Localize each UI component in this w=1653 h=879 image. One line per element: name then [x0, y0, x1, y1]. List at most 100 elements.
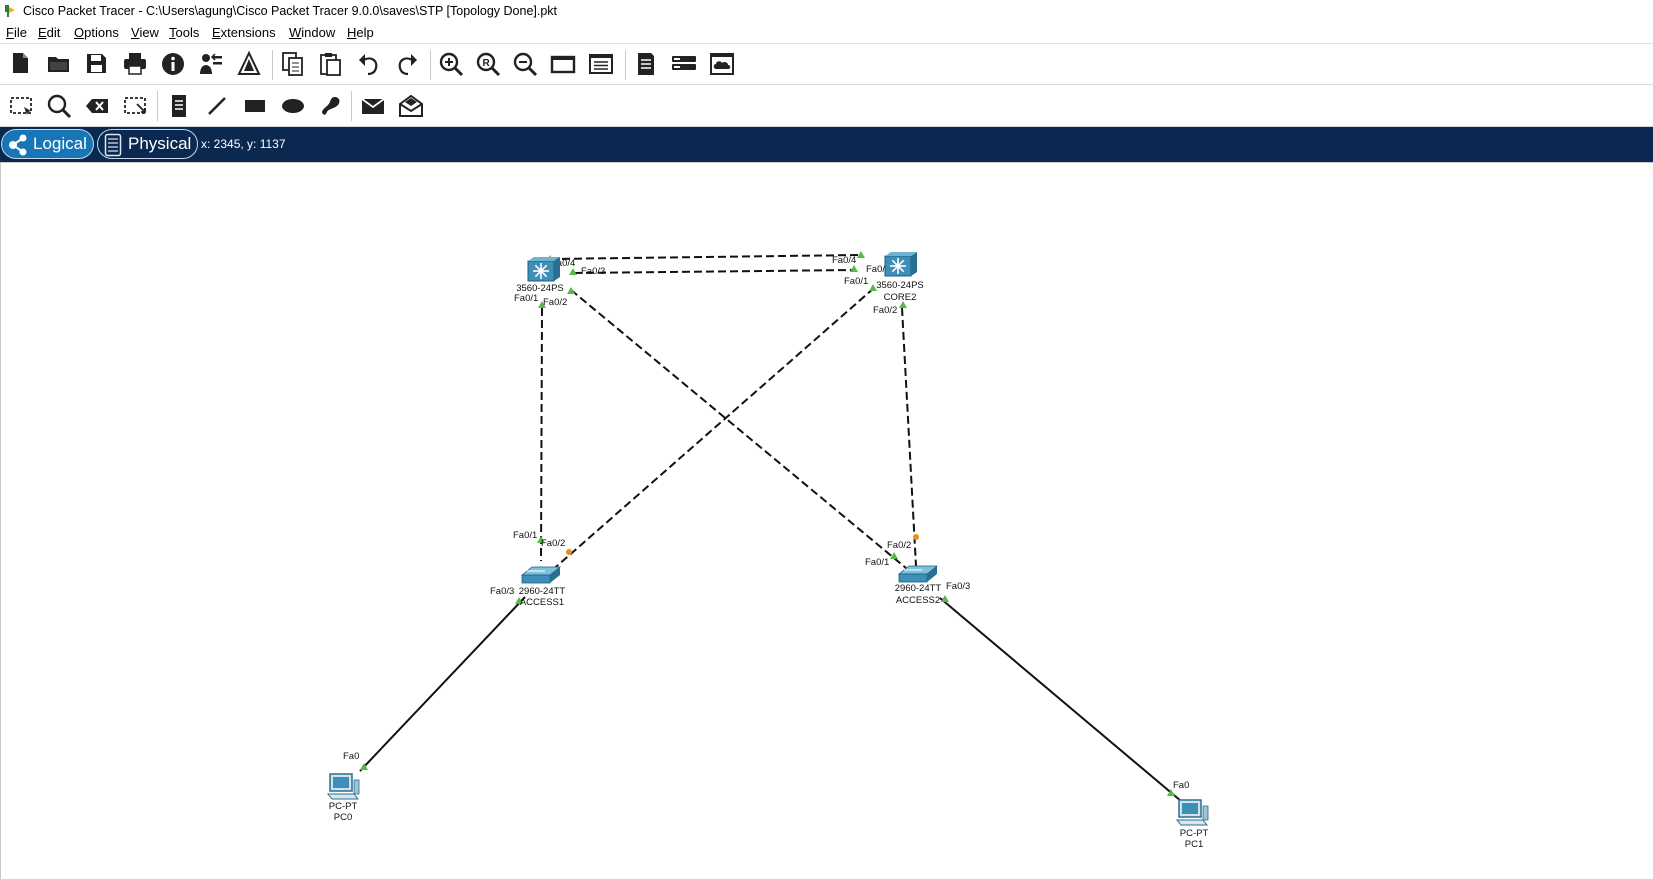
device-core2[interactable] — [884, 252, 917, 277]
menu-help[interactable]: Help — [347, 25, 374, 40]
open-folder-button[interactable] — [42, 47, 76, 81]
draw-rectangle-button[interactable] — [238, 89, 272, 123]
port-label-core2: Fa0/4 — [832, 255, 856, 266]
link-access2-pc1 — [939, 597, 1182, 802]
toolbar-separator — [430, 50, 431, 80]
draw-line-icon — [208, 97, 226, 115]
main-toolbar: R — [0, 44, 1653, 85]
link-core1-access2 — [570, 289, 907, 569]
link-core2-access1 — [548, 287, 875, 574]
logical-mode-tab[interactable]: Logical — [1, 129, 94, 159]
device-model-label[interactable]: PC-PT — [329, 801, 358, 812]
device-model-label[interactable]: 2960-24TT — [519, 586, 566, 597]
device-access2[interactable] — [897, 565, 939, 583]
new-file-button[interactable] — [4, 47, 38, 81]
custom-device-dialog-icon — [589, 54, 613, 74]
simple-pdu-button[interactable] — [356, 89, 390, 123]
inspect-button[interactable] — [42, 89, 76, 123]
menu-tools[interactable]: Tools — [169, 25, 199, 40]
open-folder-icon — [48, 57, 69, 72]
resize-button[interactable] — [118, 89, 152, 123]
zoom-out-icon — [513, 52, 538, 77]
toolbar-separator — [625, 50, 626, 80]
device-model-label[interactable]: 3560-24PS — [876, 280, 924, 291]
svg-text:R: R — [483, 58, 491, 69]
info-icon — [162, 53, 184, 75]
complex-pdu-button[interactable] — [394, 89, 428, 123]
print-button[interactable] — [118, 47, 152, 81]
port-label-core1: Fa0/1 — [514, 293, 538, 304]
link-core1-core2 — [573, 269, 855, 274]
topology-canvas[interactable]: Fa0/4 Fa0/4Fa0/3 Fa0/3Fa0/1Fa0/1Fa0/2Fa0/1… — [1, 163, 1651, 878]
device-model-label[interactable]: PC-PT — [1180, 828, 1209, 839]
custom-devices-button[interactable] — [232, 47, 266, 81]
new-file-icon — [13, 53, 28, 73]
freeform-button[interactable] — [314, 89, 348, 123]
cursor-coordinates: x: 2345, y: 1137 — [201, 137, 286, 151]
device-model-label[interactable]: 2960-24TT — [895, 583, 942, 594]
zoom-reset-button[interactable]: R — [471, 47, 505, 81]
select-button[interactable] — [4, 89, 38, 123]
packet-tracer-app-icon — [5, 5, 15, 17]
note-button[interactable] — [162, 89, 196, 123]
freeform-icon — [322, 97, 340, 115]
logical-workspace[interactable]: Fa0/4 Fa0/4 Fa0/3 Fa0/3 Fa0/1 Fa0/1 Fa0/2 Fa0/1… — [0, 162, 1653, 879]
cloud-button[interactable] — [705, 47, 739, 81]
device-core1[interactable] — [527, 257, 560, 282]
draw-line-button[interactable] — [200, 89, 234, 123]
port-label-access2: Fa0/1 — [865, 557, 889, 568]
redo-button[interactable] — [390, 47, 424, 81]
cluster-icon — [672, 56, 696, 70]
undo-button[interactable] — [352, 47, 386, 81]
device-name-label[interactable]: CORE2 — [884, 292, 917, 303]
inspect-icon — [47, 94, 72, 119]
menu-file[interactable]: File — [6, 25, 27, 40]
port-label-pc0: Fa0 — [343, 751, 359, 762]
device-pc0[interactable] — [326, 773, 360, 800]
activity-wizard-button[interactable] — [194, 47, 228, 81]
device-name-label[interactable]: ACCESS2 — [896, 595, 940, 606]
save-button[interactable] — [80, 47, 114, 81]
info-button[interactable] — [156, 47, 190, 81]
menu-window[interactable]: Window — [289, 25, 335, 40]
menu-view[interactable]: View — [131, 25, 159, 40]
link-core1-access1 — [540, 307, 543, 562]
cloud-icon — [710, 53, 734, 75]
physical-mode-tab[interactable]: Physical — [97, 129, 198, 159]
delete-button[interactable] — [80, 89, 114, 123]
port-label-access2: Fa0/2 — [887, 540, 911, 551]
device-model-label[interactable]: 3560-24PS — [516, 283, 564, 294]
link-core1-core2 — [549, 254, 861, 260]
drawing-palette-button[interactable] — [546, 47, 580, 81]
menu-edit[interactable]: Edit — [38, 25, 60, 40]
device-pc1[interactable] — [1175, 799, 1209, 826]
copy-button[interactable] — [276, 47, 310, 81]
complex-pdu-icon — [399, 94, 423, 117]
custom-device-dialog-button[interactable] — [584, 47, 618, 81]
port-label-core1: Fa0/2 — [543, 297, 567, 308]
zoom-out-button[interactable] — [508, 47, 542, 81]
device-name-label[interactable]: PC0 — [334, 812, 352, 823]
device-access1[interactable] — [520, 566, 562, 584]
paste-button[interactable] — [313, 47, 347, 81]
port-label-access1: Fa0/1 — [513, 530, 537, 541]
menu-options[interactable]: Options — [74, 25, 119, 40]
device-name-label[interactable]: ACCESS1 — [520, 597, 564, 608]
zoom-in-button[interactable] — [434, 47, 468, 81]
redo-icon — [398, 54, 417, 76]
cluster-button[interactable] — [667, 47, 701, 81]
logical-mode-label: Logical — [33, 134, 87, 153]
tools-toolbar — [0, 85, 1653, 127]
menu-bar: File Edit Options View Tools Extensions Window… — [0, 23, 1653, 44]
custom-devices-icon — [237, 50, 261, 75]
device-name-label[interactable]: PC1 — [1185, 839, 1203, 850]
viewport-button[interactable] — [629, 47, 663, 81]
draw-ellipse-icon — [282, 99, 304, 113]
menu-extensions[interactable]: Extensions — [212, 25, 276, 40]
logical-topology-icon — [9, 134, 27, 156]
port-label-access1: Fa0/3 — [490, 586, 514, 597]
drawing-palette-icon — [550, 55, 576, 74]
port-label-core1: Fa0/3 — [581, 266, 605, 277]
print-icon — [124, 53, 146, 75]
draw-ellipse-button[interactable] — [276, 89, 310, 123]
